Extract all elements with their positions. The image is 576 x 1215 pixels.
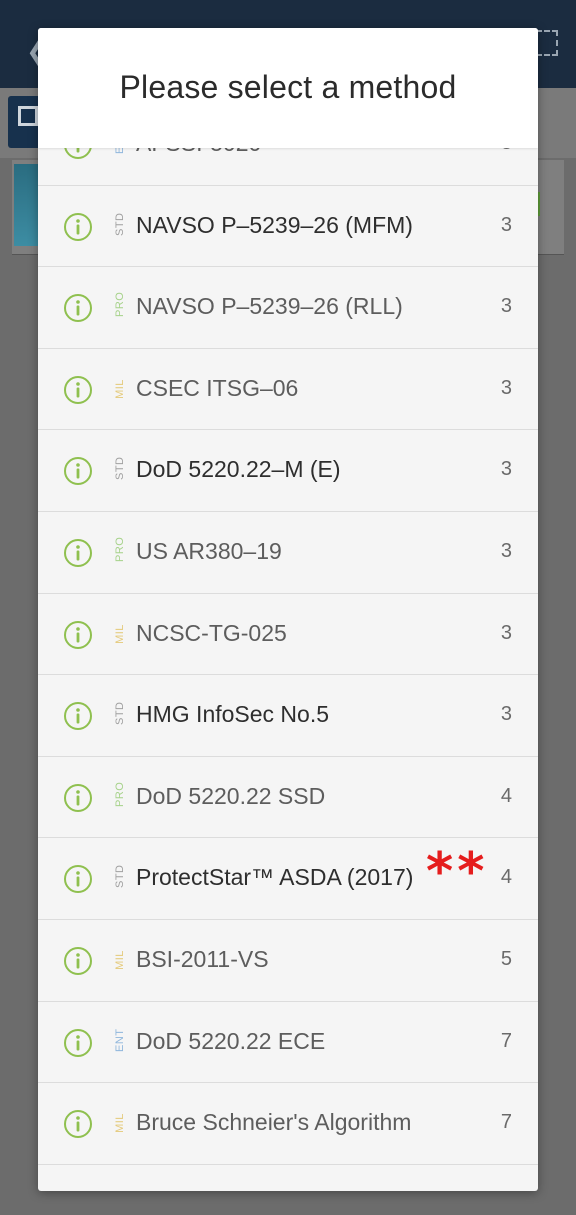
method-row[interactable]: STD xyxy=(38,1165,538,1191)
info-icon[interactable] xyxy=(63,701,93,731)
method-selection-dialog: Please select a method ENTAFSSI-50203STD… xyxy=(38,28,538,1191)
method-category-tag: PRO xyxy=(114,781,126,807)
method-name: Bruce Schneier's Algorithm xyxy=(136,1109,412,1136)
method-pass-count: 7 xyxy=(500,1029,512,1052)
method-name: NAVSO P–5239–26 (RLL) xyxy=(136,293,403,320)
method-category-tag: STD xyxy=(114,212,126,236)
method-pass-count: 4 xyxy=(500,866,512,889)
method-category-tag: PRO xyxy=(114,536,126,562)
info-icon[interactable] xyxy=(63,783,93,813)
method-name: ProtectStar™ ASDA (2017) xyxy=(136,864,414,891)
method-row[interactable]: ENT DoD 5220.22 ECE 7 xyxy=(38,1002,538,1084)
method-list[interactable]: ENTAFSSI-50203STDNAVSO P–5239–26 (MFM)3P… xyxy=(38,104,538,1191)
method-row[interactable]: PRO NAVSO P–5239–26 (RLL) 3 xyxy=(38,267,538,349)
method-row[interactable]: MIL BSI-2011-VS 5 xyxy=(38,920,538,1002)
method-pass-count: 4 xyxy=(500,784,512,807)
background-thumbnail xyxy=(14,164,38,246)
method-pass-count: 3 xyxy=(500,458,512,481)
method-row[interactable]: PRO DoD 5220.22 SSD 4 xyxy=(38,757,538,839)
method-category-tag: ENT xyxy=(114,1028,126,1052)
info-icon[interactable] xyxy=(63,212,93,242)
method-row[interactable]: STD NAVSO P–5239–26 (MFM) 3 xyxy=(38,186,538,268)
method-pass-count: 3 xyxy=(500,376,512,399)
method-name: US AR380–19 xyxy=(136,537,282,564)
method-row[interactable]: STD DoD 5220.22–M (E) 3 xyxy=(38,430,538,512)
method-row[interactable]: MIL NCSC-TG-025 3 xyxy=(38,594,538,676)
highlight-asterisks: ** xyxy=(426,842,489,903)
method-row[interactable]: STD ProtectStar™ ASDA (2017) ** 4 xyxy=(38,838,538,920)
method-pass-count: 3 xyxy=(500,539,512,562)
method-pass-count: 3 xyxy=(500,295,512,318)
method-category-tag: STD xyxy=(114,701,126,726)
info-icon[interactable] xyxy=(63,946,93,976)
method-pass-count: 5 xyxy=(500,947,512,970)
method-pass-count: 3 xyxy=(500,703,512,726)
select-all-icon[interactable] xyxy=(536,30,558,56)
method-name: DoD 5220.22 SSD xyxy=(136,782,326,809)
method-category-tag: MIL xyxy=(114,1113,126,1134)
method-row[interactable]: STD HMG InfoSec No.5 3 xyxy=(38,675,538,757)
method-row[interactable]: MIL CSEC ITSG–06 3 xyxy=(38,349,538,431)
info-icon[interactable] xyxy=(63,293,93,323)
method-category-tag: MIL xyxy=(114,623,126,644)
method-name: DoD 5220.22–M (E) xyxy=(136,456,341,483)
method-name: HMG InfoSec No.5 xyxy=(136,701,330,728)
info-icon[interactable] xyxy=(63,1028,93,1058)
method-pass-count: 7 xyxy=(500,1111,512,1134)
method-name: NAVSO P–5239–26 (MFM) xyxy=(136,211,413,238)
method-pass-count: 3 xyxy=(500,213,512,236)
dialog-title: Please select a method xyxy=(119,69,457,105)
home-button[interactable] xyxy=(8,96,42,148)
method-category-tag: PRO xyxy=(114,291,126,318)
dialog-header: Please select a method xyxy=(38,28,538,148)
method-name: NCSC-TG-025 xyxy=(136,619,287,646)
method-pass-count: 3 xyxy=(500,621,512,644)
info-icon[interactable] xyxy=(63,456,93,486)
info-icon[interactable] xyxy=(63,1109,93,1139)
method-category-tag: STD xyxy=(114,456,126,481)
info-icon[interactable] xyxy=(63,538,93,568)
info-icon[interactable] xyxy=(63,864,93,894)
method-name: BSI-2011-VS xyxy=(136,945,269,972)
method-name: DoD 5220.22 ECE xyxy=(136,1027,326,1054)
home-icon xyxy=(18,106,38,126)
method-name: CSEC ITSG–06 xyxy=(136,374,299,401)
info-icon[interactable] xyxy=(63,620,93,650)
info-icon[interactable] xyxy=(63,375,93,405)
method-row[interactable]: PRO US AR380–19 3 xyxy=(38,512,538,594)
method-category-tag: MIL xyxy=(114,950,126,970)
method-row[interactable]: MIL Bruce Schneier's Algorithm 7 xyxy=(38,1083,538,1165)
method-category-tag: MIL xyxy=(114,378,126,399)
method-category-tag: STD xyxy=(114,864,126,889)
